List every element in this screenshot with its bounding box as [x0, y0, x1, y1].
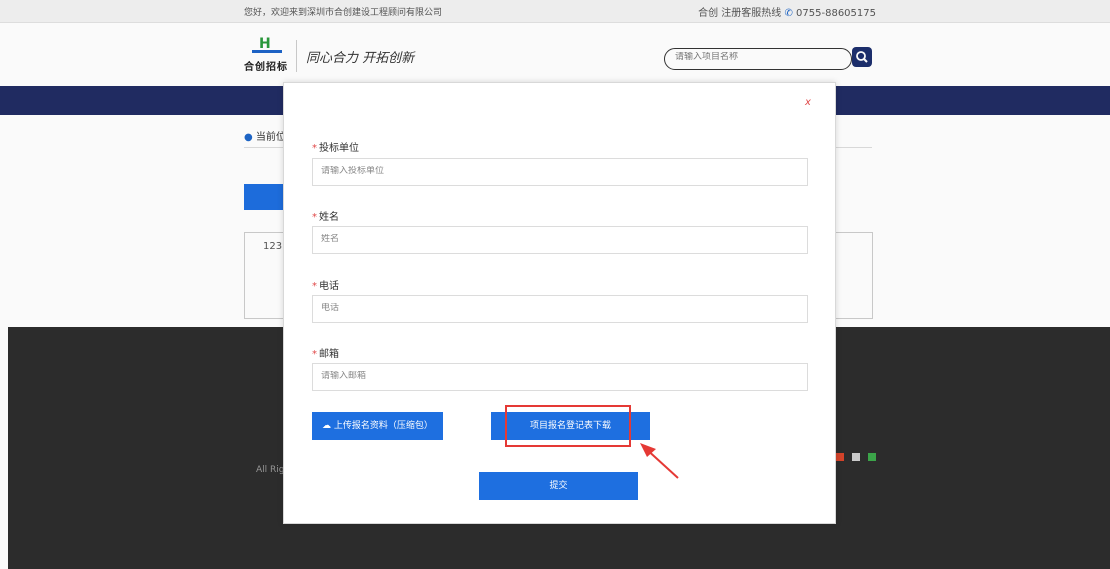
upload-button[interactable]: ☁ 上传报名资料（压缩包） — [312, 412, 443, 440]
submit-label: 提交 — [549, 481, 568, 491]
field-label-phone: * 电话 — [312, 281, 339, 292]
company-input[interactable] — [321, 166, 791, 176]
registration-modal: x *投标单位 *姓名 *电话 *邮箱 ☁ 上传报名资料（压缩包） 项目报名登记… — [283, 82, 836, 524]
company-field — [312, 158, 808, 186]
field-label-name: * 姓名 — [312, 212, 339, 223]
cloud-upload-icon: ☁ — [322, 421, 332, 431]
field-label-company: * 投标单位 — [312, 143, 359, 154]
name-input[interactable] — [321, 234, 791, 244]
upload-label: 上传报名资料（压缩包） — [333, 421, 433, 431]
name-field — [312, 226, 808, 254]
email-input[interactable] — [321, 371, 791, 381]
field-label-email: * 邮箱 — [312, 349, 339, 360]
phone-field — [312, 295, 808, 323]
submit-button[interactable]: 提交 — [479, 472, 638, 500]
email-field — [312, 363, 808, 391]
close-button[interactable]: x — [805, 97, 811, 108]
highlight-box — [505, 405, 631, 447]
phone-input[interactable] — [321, 303, 791, 313]
